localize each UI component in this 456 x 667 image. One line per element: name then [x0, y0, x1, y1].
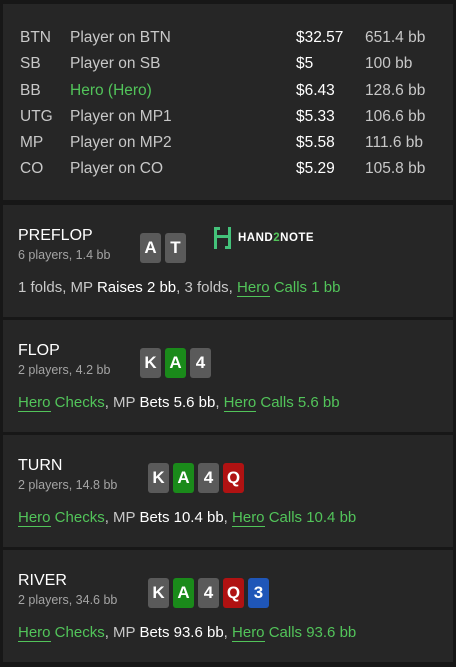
street-title: RIVER — [18, 572, 67, 589]
player-name[interactable]: Player on BTN — [70, 25, 171, 51]
hero-link[interactable]: Hero — [18, 509, 51, 527]
street-turn: TURN 2 players, 14.8 bb K A 4 Q Hero Che… — [3, 435, 453, 547]
player-stack-bb: 128.6 bb — [365, 82, 426, 99]
player-name[interactable]: Player on SB — [70, 51, 160, 77]
player-position: CO — [20, 160, 44, 177]
player-name[interactable]: Player on MP1 — [70, 104, 172, 130]
player-name[interactable]: Player on CO — [70, 156, 163, 182]
street-title: FLOP — [18, 342, 60, 359]
card: K — [140, 348, 161, 378]
card: Q — [223, 463, 244, 493]
hand2note-logo: HAND2NOTE — [214, 227, 314, 249]
card: K — [148, 463, 169, 493]
player-row: CO Player on CO $5.29 105.8 bb — [3, 156, 453, 182]
street-actions: Hero Checks, MP Bets 93.6 bb, Hero Calls… — [18, 624, 357, 642]
player-stack: $5.33 — [296, 108, 335, 125]
player-stack: $5.29 — [296, 160, 335, 177]
hero-link[interactable]: Hero — [223, 394, 257, 412]
card: K — [148, 578, 169, 608]
hero-link[interactable]: Hero — [232, 509, 265, 527]
card: A — [165, 348, 186, 378]
player-stack-bb: 651.4 bb — [365, 29, 426, 46]
player-row: UTG Player on MP1 $5.33 106.6 bb — [3, 104, 453, 130]
hero-player-name[interactable]: Hero (Hero) — [70, 78, 152, 104]
player-row: MP Player on MP2 $5.58 111.6 bb — [3, 130, 453, 156]
player-position: SB — [20, 55, 41, 72]
player-row-hero: BB Hero (Hero) $6.43 128.6 bb — [3, 78, 453, 104]
hero-link[interactable]: Hero — [237, 279, 270, 297]
hero-link[interactable]: Hero — [18, 624, 51, 642]
street-title: TURN — [18, 457, 63, 474]
player-row: BTN Player on BTN $32.57 651.4 bb — [3, 25, 453, 51]
hero-link[interactable]: Hero — [232, 624, 265, 642]
board-cards: K A 4 — [140, 348, 211, 378]
hand2note-logo-text: HAND2NOTE — [238, 232, 315, 244]
card: A — [173, 578, 194, 608]
street-summary: 2 players, 14.8 bb — [18, 478, 118, 492]
street-actions: Hero Checks, MP Bets 10.4 bb, Hero Calls… — [18, 509, 357, 527]
player-stack-bb: 106.6 bb — [365, 108, 426, 125]
street-preflop: PREFLOP 6 players, 1.4 bb A T HAND2NOTE … — [3, 205, 453, 317]
card: Q — [223, 578, 244, 608]
player-name[interactable]: Player on MP2 — [70, 130, 172, 156]
card: A — [140, 233, 161, 263]
player-row: SB Player on SB $5 100 bb — [3, 51, 453, 77]
player-stack-bb: 105.8 bb — [365, 160, 426, 177]
player-stack-bb: 111.6 bb — [365, 134, 424, 151]
card: 4 — [190, 348, 211, 378]
street-title: PREFLOP — [18, 227, 93, 244]
player-stack: $6.43 — [296, 82, 335, 99]
card: 4 — [198, 463, 219, 493]
hole-cards: A T — [140, 233, 186, 263]
card: T — [165, 233, 186, 263]
street-actions: Hero Checks, MP Bets 5.6 bb, Hero Calls … — [18, 394, 340, 412]
player-stack-bb: 100 bb — [365, 55, 413, 72]
hand2note-logo-icon — [214, 227, 232, 249]
player-position: BB — [20, 82, 41, 99]
street-summary: 2 players, 34.6 bb — [18, 593, 118, 607]
street-summary: 2 players, 4.2 bb — [18, 363, 111, 377]
player-stack: $5.58 — [296, 134, 335, 151]
street-actions: 1 folds, MP Raises 2 bb, 3 folds, Hero C… — [18, 279, 341, 297]
card: 3 — [248, 578, 269, 608]
card: A — [173, 463, 194, 493]
players-panel: BTN Player on BTN $32.57 651.4 bb SB Pla… — [3, 4, 453, 200]
board-cards: K A 4 Q — [148, 463, 244, 493]
street-river: RIVER 2 players, 34.6 bb K A 4 Q 3 Hero … — [3, 550, 453, 662]
hand-history-frame: BTN Player on BTN $32.57 651.4 bb SB Pla… — [0, 0, 456, 667]
street-summary: 6 players, 1.4 bb — [18, 248, 111, 262]
hero-link[interactable]: Hero — [18, 394, 51, 412]
card: 4 — [198, 578, 219, 608]
player-position: BTN — [20, 29, 51, 46]
player-stack: $32.57 — [296, 29, 344, 46]
board-cards: K A 4 Q 3 — [148, 578, 269, 608]
player-position: UTG — [20, 108, 53, 125]
player-stack: $5 — [296, 55, 314, 72]
player-position: MP — [20, 134, 44, 151]
street-flop: FLOP 2 players, 4.2 bb K A 4 Hero Checks… — [3, 320, 453, 432]
